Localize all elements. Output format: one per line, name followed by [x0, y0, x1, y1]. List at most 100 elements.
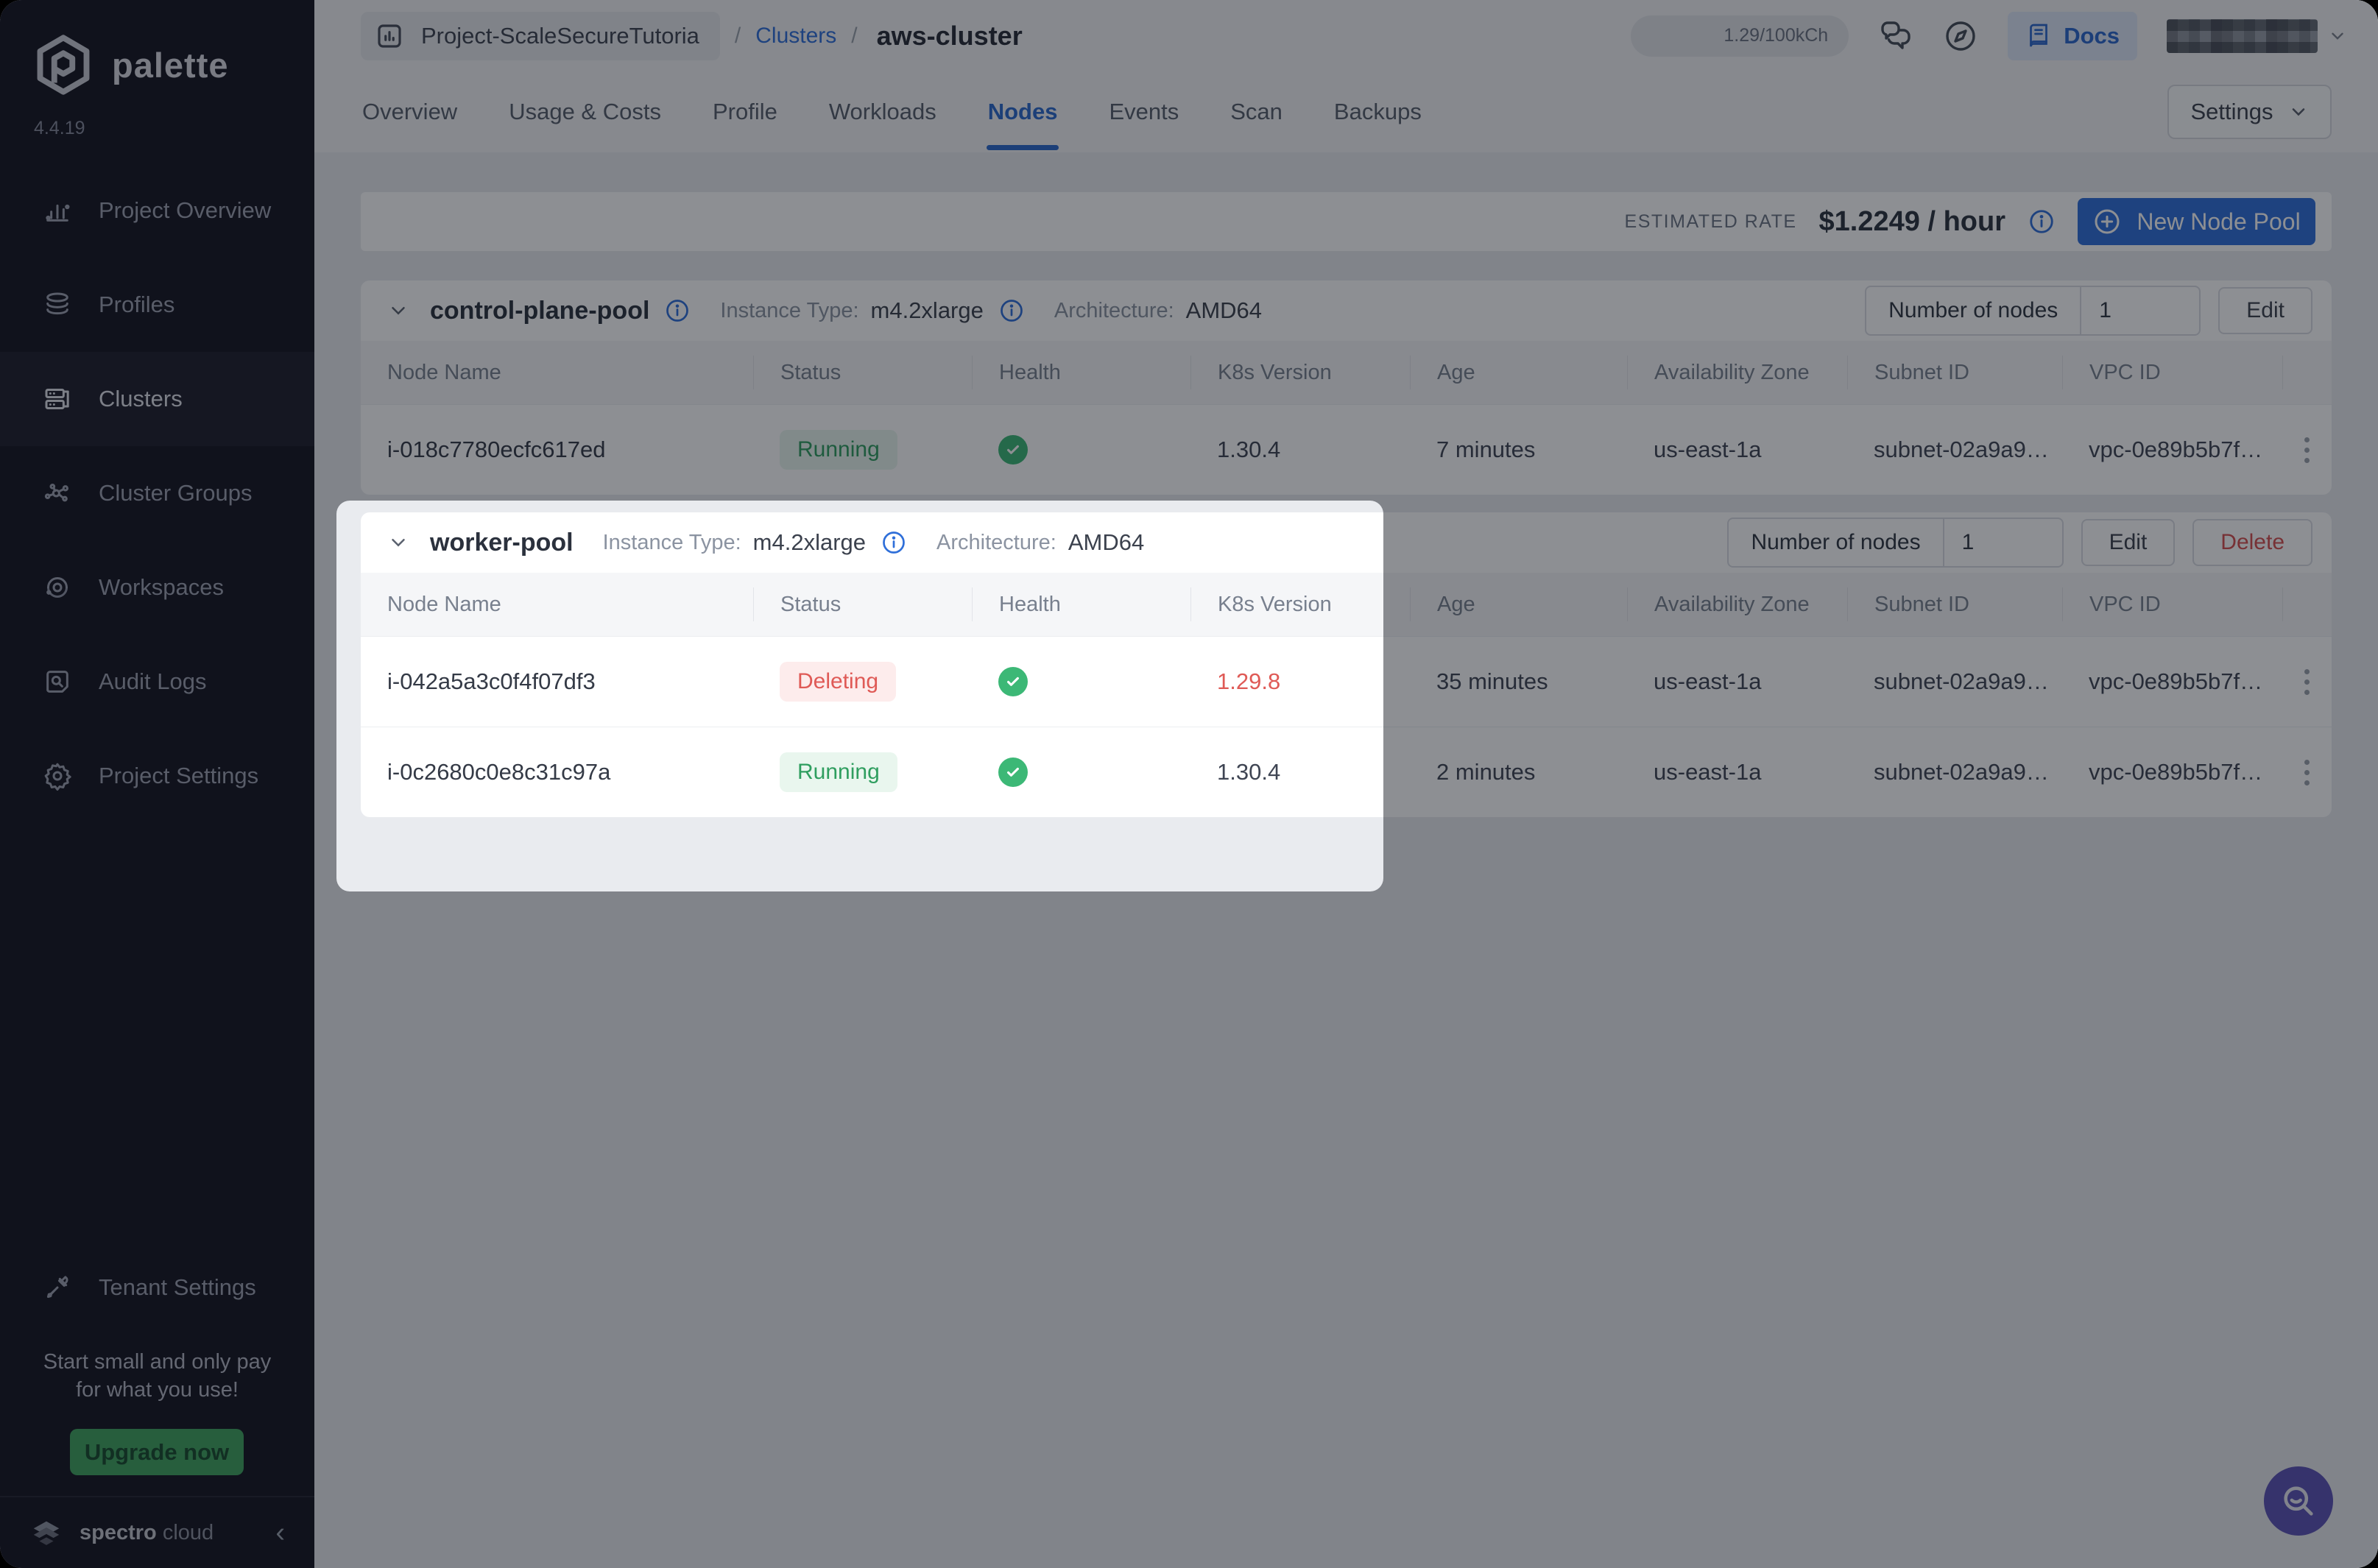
chevron-down-icon [2288, 102, 2309, 122]
tab-nodes[interactable]: Nodes [987, 74, 1059, 150]
tab-workloads[interactable]: Workloads [828, 74, 938, 150]
number-of-nodes-input[interactable]: 1 [2081, 287, 2199, 334]
tab-events[interactable]: Events [1107, 74, 1180, 150]
promo-line2: for what you use! [0, 1377, 314, 1405]
pool-header: control-plane-pool Instance Type: m4.2xl… [361, 280, 2332, 341]
number-of-nodes-label: Number of nodes [1866, 287, 2081, 334]
tab-scan[interactable]: Scan [1229, 74, 1284, 150]
architecture-value: AMD64 [1068, 529, 1144, 556]
sidebar-item-clusters[interactable]: Clusters [0, 352, 314, 446]
sidebar-collapse-icon[interactable]: ‹ [275, 1519, 285, 1547]
pool-actions: Number of nodes 1 Edit Delete [1727, 518, 2312, 568]
subnet-id: subnet-02a9a9… [1847, 437, 2062, 463]
topbar-actions: 1.29/100kCh Do [1631, 12, 2347, 60]
tools-icon [43, 1273, 72, 1302]
vpc-id: vpc-0e89b5b7f… [2062, 437, 2282, 463]
table-header: Node Name Status Health K8s Version Age … [361, 341, 2332, 404]
subnet-id: subnet-02a9a9… [1847, 759, 2062, 785]
bar-chart-icon [43, 196, 72, 225]
sidebar-item-tenant-settings[interactable]: Tenant Settings [0, 1240, 357, 1335]
tab-usage-costs[interactable]: Usage & Costs [507, 74, 663, 150]
table-row: i-018c7780ecfc617ed Running 1.30.4 7 min… [361, 404, 2332, 495]
sidebar: palette 4.4.19 Project Overview Profiles [0, 0, 314, 1568]
pool-name: control-plane-pool [430, 297, 649, 325]
breadcrumb-separator: / [735, 24, 741, 49]
instance-type-label: Instance Type: [603, 531, 741, 555]
table-row: i-042a5a3c0f4f07df3 Deleting 1.29.8 35 m… [361, 636, 2332, 727]
usage-meter-pill[interactable]: 1.29/100kCh [1631, 15, 1849, 57]
architecture-value: AMD64 [1186, 297, 1262, 324]
spectro-cloud-brand: spectro cloud [80, 1521, 214, 1545]
estimated-rate-label: ESTIMATED RATE [1625, 211, 1797, 233]
audit-icon [43, 667, 72, 696]
layers-icon [43, 290, 72, 319]
health-check-icon [998, 757, 1028, 787]
palette-logo-icon [32, 34, 94, 96]
user-menu[interactable] [2167, 19, 2347, 53]
k8s-version: 1.30.4 [1190, 759, 1410, 785]
sidebar-item-audit-logs[interactable]: Audit Logs [0, 635, 314, 729]
row-menu-kebab-icon[interactable] [2282, 760, 2332, 785]
status-badge: Running [780, 752, 897, 792]
search-help-fab[interactable] [2264, 1466, 2333, 1536]
pool-name: worker-pool [430, 529, 574, 557]
breadcrumb-cluster-name: aws-cluster [877, 21, 1023, 52]
upgrade-promo: Start small and only pay for what you us… [0, 1349, 314, 1404]
info-icon[interactable] [998, 297, 1025, 324]
user-name-redacted [2167, 19, 2318, 53]
tab-backups[interactable]: Backups [1333, 74, 1423, 150]
upgrade-now-button[interactable]: Upgrade now [70, 1429, 244, 1475]
status-badge: Running [780, 430, 897, 470]
new-node-pool-button[interactable]: New Node Pool [2078, 198, 2315, 245]
number-of-nodes-label: Number of nodes [1729, 519, 1944, 566]
sidebar-item-cluster-groups[interactable]: Cluster Groups [0, 446, 314, 540]
availability-zone: us-east-1a [1627, 437, 1847, 463]
app-version: 4.4.19 [0, 96, 314, 139]
sidebar-item-profiles[interactable]: Profiles [0, 258, 314, 352]
chevron-down-icon [2328, 27, 2347, 46]
node-name: i-0c2680c0e8c31c97a [361, 759, 753, 785]
book-icon [2025, 23, 2052, 49]
project-icon [374, 21, 405, 52]
tab-profile[interactable]: Profile [711, 74, 779, 150]
row-menu-kebab-icon[interactable] [2282, 437, 2332, 463]
health-check-icon [998, 435, 1028, 465]
sidebar-item-project-settings[interactable]: Project Settings [0, 729, 314, 823]
sidebar-item-workspaces[interactable]: Workspaces [0, 540, 314, 635]
number-of-nodes-control: Number of nodes 1 [1727, 518, 2063, 568]
info-icon[interactable] [664, 297, 691, 324]
promo-line1: Start small and only pay [0, 1349, 314, 1377]
edit-button[interactable]: Edit [2218, 287, 2312, 334]
tab-overview[interactable]: Overview [361, 74, 459, 150]
health-check-icon [998, 667, 1028, 696]
pool-header: worker-pool Instance Type: m4.2xlarge Ar… [361, 512, 2332, 573]
edit-button[interactable]: Edit [2081, 519, 2176, 566]
breadcrumb-separator: / [851, 24, 857, 49]
compass-icon[interactable] [1943, 18, 1978, 54]
info-icon[interactable] [881, 529, 907, 556]
vpc-id: vpc-0e89b5b7f… [2062, 759, 2282, 785]
architecture-label: Architecture: [1054, 299, 1174, 323]
sidebar-item-project-overview[interactable]: Project Overview [0, 163, 314, 258]
docs-button[interactable]: Docs [2008, 12, 2137, 60]
breadcrumb-project-chip[interactable]: Project-ScaleSecureTutoria [361, 12, 720, 60]
row-menu-kebab-icon[interactable] [2282, 669, 2332, 695]
architecture-label: Architecture: [936, 531, 1056, 555]
collapse-chevron-icon[interactable] [387, 300, 409, 322]
node-age: 35 minutes [1410, 668, 1627, 695]
settings-button[interactable]: Settings [2167, 85, 2332, 139]
delete-button[interactable]: Delete [2192, 519, 2312, 566]
estimated-rate-bar: ESTIMATED RATE $1.2249 / hour New Node P… [361, 192, 2332, 251]
k8s-version: 1.29.8 [1190, 668, 1410, 695]
breadcrumb-clusters-link[interactable]: Clusters [755, 24, 836, 49]
node-name: i-042a5a3c0f4f07df3 [361, 668, 753, 695]
spectro-cloud-logo-icon [29, 1516, 63, 1550]
number-of-nodes-input[interactable]: 1 [1944, 519, 2062, 566]
chat-icon[interactable] [1878, 18, 1913, 54]
collapse-chevron-icon[interactable] [387, 532, 409, 554]
control-plane-pool-card: control-plane-pool Instance Type: m4.2xl… [361, 280, 2332, 495]
node-name: i-018c7780ecfc617ed [361, 437, 753, 463]
info-icon[interactable] [2028, 208, 2056, 236]
plus-circle-icon [2092, 207, 2122, 236]
brand-logo: palette [0, 0, 314, 96]
